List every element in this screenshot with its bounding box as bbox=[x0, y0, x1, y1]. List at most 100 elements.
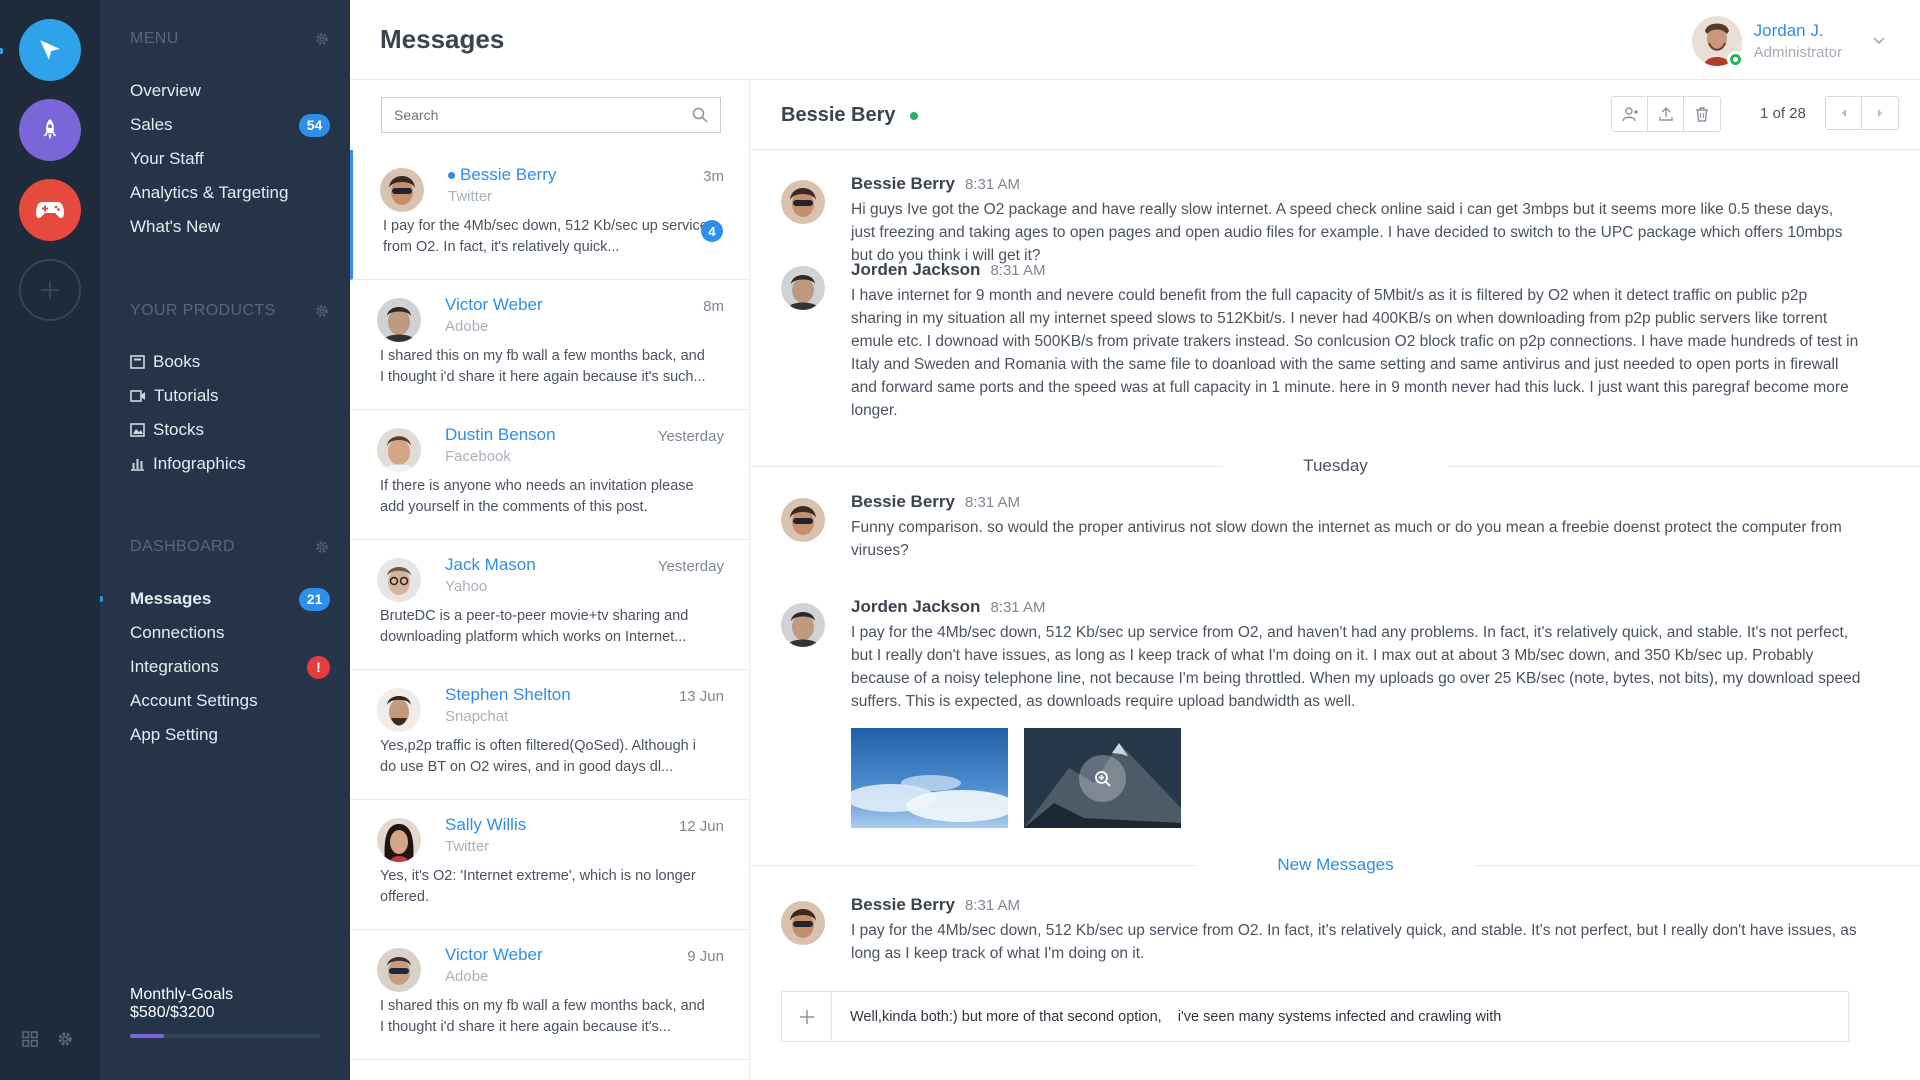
delete-button[interactable] bbox=[1684, 97, 1720, 131]
contact-source: Facebook bbox=[445, 448, 511, 465]
nav-integrations[interactable]: Integrations! bbox=[130, 650, 330, 684]
online-indicator bbox=[909, 111, 918, 120]
gear-icon[interactable] bbox=[56, 1030, 74, 1048]
message-time: 8:31 AM bbox=[964, 897, 1021, 914]
game-app-button[interactable] bbox=[19, 179, 81, 241]
contact-name: Victor Weber bbox=[445, 295, 543, 314]
messages-count-badge: 21 bbox=[299, 587, 330, 611]
rocket-app-button[interactable] bbox=[19, 99, 81, 161]
user-menu[interactable]: Jordan J. Administrator bbox=[1691, 16, 1886, 68]
nav-label: Infographics bbox=[153, 454, 246, 473]
attach-button[interactable] bbox=[782, 992, 832, 1041]
unread-dot bbox=[448, 171, 455, 179]
nav-app-setting[interactable]: App Setting bbox=[130, 718, 330, 752]
avatar bbox=[377, 298, 421, 342]
nav-overview[interactable]: Overview bbox=[130, 74, 330, 108]
nav-label: Overview bbox=[130, 81, 201, 100]
conversation-item[interactable]: Victor Weber Adobe 8m I shared this on m… bbox=[350, 280, 749, 410]
nav-account-settings[interactable]: Account Settings bbox=[130, 684, 330, 718]
message-preview: I pay for the 4Mb/sec down, 512 Kb/sec u… bbox=[383, 218, 708, 255]
products-section-title: YOUR PRODUCTS bbox=[130, 302, 276, 319]
message-author: Jorden Jackson bbox=[851, 597, 981, 616]
message-text: I pay for the 4Mb/sec down, 512 Kb/sec u… bbox=[851, 624, 1861, 710]
conversation-item[interactable]: Sally Willis Twitter 12 Jun Yes, it's O2… bbox=[350, 800, 749, 930]
contact-name: Sally Willis bbox=[445, 815, 527, 834]
chevron-right-icon bbox=[1878, 109, 1882, 117]
conversation-item[interactable]: Jack Mason Yahoo Yesterday BruteDC is a … bbox=[350, 540, 749, 670]
nav-label: What's New bbox=[130, 217, 221, 236]
chat-toolbar bbox=[1611, 96, 1721, 132]
monthly-goals-progress-fill bbox=[130, 1034, 165, 1038]
avatar bbox=[377, 428, 421, 472]
dashboard-settings-gear-icon[interactable] bbox=[314, 539, 330, 555]
dashboard-section-title: DASHBOARD bbox=[130, 538, 235, 555]
add-user-button[interactable] bbox=[1612, 97, 1648, 131]
rail-active-marker bbox=[0, 48, 3, 54]
attachment-thumbnail[interactable] bbox=[846, 728, 1016, 828]
products-section-header: YOUR PRODUCTS bbox=[130, 302, 330, 320]
avatar bbox=[781, 603, 825, 647]
search-box[interactable] bbox=[381, 97, 721, 133]
send-app-button[interactable] bbox=[19, 19, 81, 81]
message-text: Funny comparison. so would the proper an… bbox=[851, 519, 1842, 559]
chat-header: Bessie Bery 1 of 28 bbox=[751, 80, 1920, 150]
message-time: 8:31 AM bbox=[990, 262, 1046, 279]
menu-section-title: MENU bbox=[130, 30, 179, 47]
sidebar: MENU Overview Sales 54 Your Staff Analyti… bbox=[100, 0, 350, 1080]
zoom-button[interactable] bbox=[1079, 755, 1126, 802]
grid-icon[interactable] bbox=[22, 1031, 38, 1047]
avatar bbox=[781, 180, 825, 224]
nav-your-staff[interactable]: Your Staff bbox=[130, 142, 330, 176]
contact-source: Adobe bbox=[445, 968, 489, 985]
message-text: Hi guys Ive got the O2 package and have … bbox=[851, 201, 1843, 264]
nav-label: Messages bbox=[130, 589, 212, 608]
nav-infographics[interactable]: Infographics bbox=[130, 447, 330, 481]
message-author: Bessie Berry bbox=[851, 895, 955, 914]
page-title: Messages bbox=[380, 24, 505, 54]
message-input[interactable] bbox=[832, 1008, 1848, 1025]
message-time: 3m bbox=[703, 168, 724, 185]
nav-tutorials[interactable]: Tutorials bbox=[130, 379, 330, 413]
chat-panel: Bessie Bery 1 of 28 Bessie Berry 8:31 AM … bbox=[751, 80, 1920, 1080]
products-settings-gear-icon[interactable] bbox=[314, 303, 330, 319]
avatar bbox=[781, 901, 825, 945]
nav-connections[interactable]: Connections bbox=[130, 616, 330, 650]
chevron-down-icon[interactable] bbox=[1872, 36, 1886, 46]
message-time: 12 Jun bbox=[678, 818, 724, 835]
nav-analytics[interactable]: Analytics & Targeting bbox=[130, 176, 330, 210]
conversation-item[interactable]: Bessie Berry Twitter 3m I pay for the 4M… bbox=[350, 150, 749, 280]
search-icon[interactable] bbox=[692, 107, 708, 123]
message-author: Bessie Berry bbox=[851, 492, 955, 511]
conversation-item[interactable]: Victor Weber Adobe 9 Jun I shared this o… bbox=[350, 930, 749, 1060]
message-time: 8:31 AM bbox=[990, 599, 1046, 616]
previous-page-button[interactable] bbox=[1826, 97, 1862, 129]
message-time: 8:31 AM bbox=[964, 176, 1021, 193]
add-app-button[interactable] bbox=[19, 259, 81, 321]
app-rail bbox=[0, 0, 100, 1080]
nav-stocks[interactable]: Stocks bbox=[130, 413, 330, 447]
plus-icon bbox=[799, 1009, 814, 1024]
user-name: Jordan J. bbox=[1753, 21, 1824, 40]
nav-messages[interactable]: Messages 21 bbox=[130, 582, 330, 616]
attachment-thumbnail[interactable] bbox=[1024, 728, 1181, 828]
user-info: Jordan J. Administrator bbox=[1754, 21, 1842, 61]
next-page-button[interactable] bbox=[1862, 97, 1898, 129]
message-time: 8m bbox=[703, 298, 724, 315]
nav-whats-new[interactable]: What's New bbox=[130, 210, 330, 244]
upload-button[interactable] bbox=[1648, 97, 1684, 131]
menu-settings-gear-icon[interactable] bbox=[314, 31, 330, 47]
conversation-item[interactable]: Stephen Shelton Snapchat 13 Jun Yes,p2p … bbox=[350, 670, 749, 800]
message-time: 9 Jun bbox=[687, 948, 724, 965]
contact-source: Twitter bbox=[448, 188, 493, 205]
nav-books[interactable]: Books bbox=[130, 345, 330, 379]
conversation-item[interactable]: Dustin Benson Facebook Yesterday If ther… bbox=[350, 410, 749, 540]
nav-sales[interactable]: Sales 54 bbox=[130, 108, 330, 142]
avatar bbox=[380, 168, 424, 212]
contact-name: Bessie Berry bbox=[460, 165, 557, 184]
image-icon bbox=[130, 423, 145, 437]
contact-name: Victor Weber bbox=[445, 945, 543, 964]
search-input[interactable] bbox=[394, 107, 692, 123]
online-status-indicator bbox=[1726, 51, 1744, 68]
message-text: I pay for the 4Mb/sec down, 512 Kb/sec u… bbox=[851, 922, 1857, 962]
rocket-icon bbox=[43, 119, 57, 140]
